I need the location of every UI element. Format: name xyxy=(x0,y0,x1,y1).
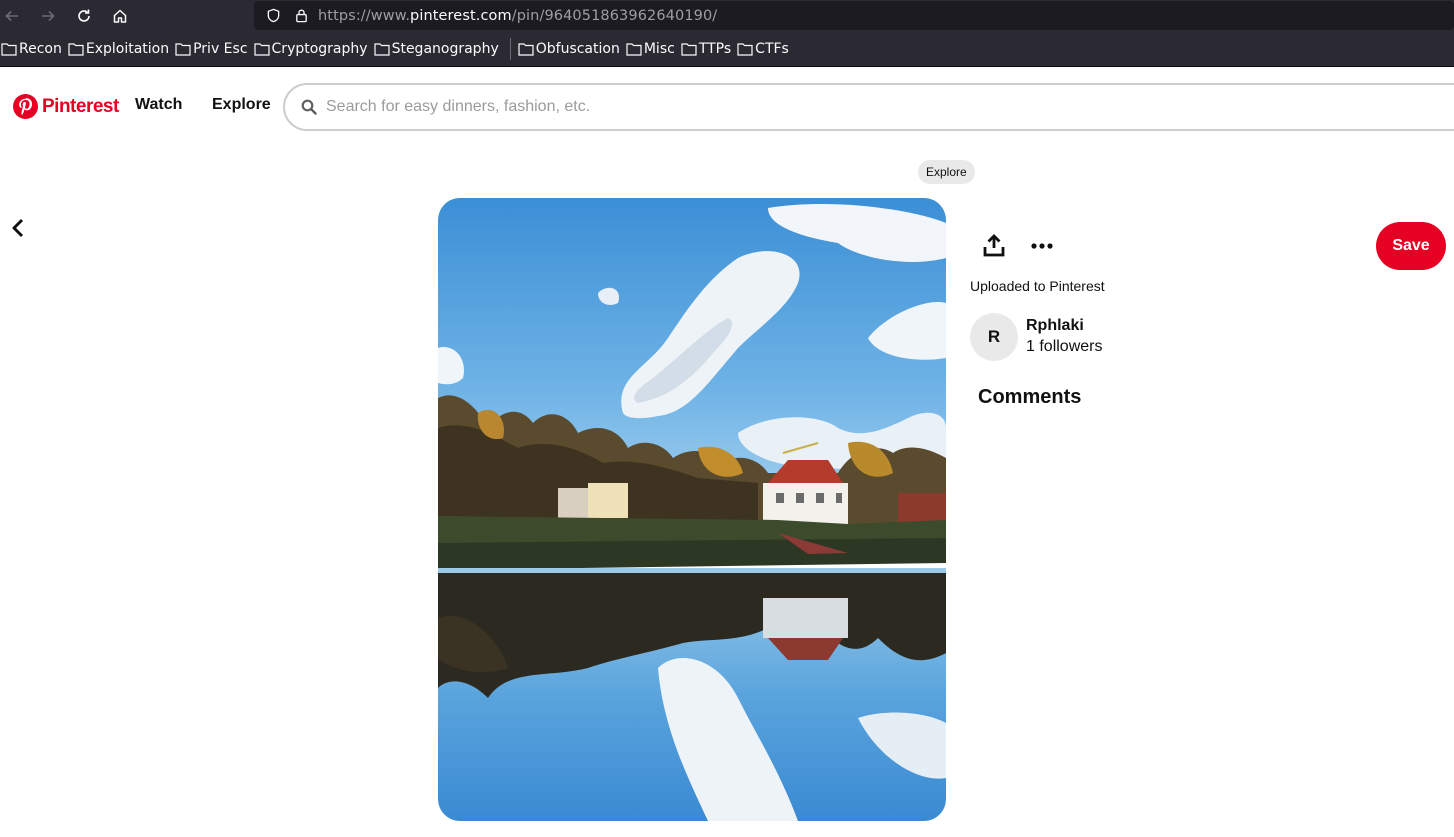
folder-icon xyxy=(518,43,534,56)
chevron-left-icon xyxy=(12,218,24,238)
browser-reload-button[interactable] xyxy=(66,0,102,32)
bookmark-ttps[interactable]: TTPs xyxy=(680,36,736,62)
url-path: /pin/964051863962640190/ xyxy=(511,7,718,24)
url-host: pinterest.com xyxy=(410,7,512,24)
bookmark-label: Misc xyxy=(643,41,675,57)
bookmark-label: Obfuscation xyxy=(535,41,620,57)
folder-icon xyxy=(1,43,17,56)
browser-home-button[interactable] xyxy=(102,0,138,32)
bookmark-label: Cryptography xyxy=(271,41,368,57)
url-text[interactable]: https://www.pinterest.com/pin/9640518639… xyxy=(318,8,717,24)
pinterest-logo-icon xyxy=(13,94,38,119)
bookmark-label: CTFs xyxy=(755,41,789,57)
bookmark-priv-esc[interactable]: Priv Esc xyxy=(174,36,252,62)
bookmark-steganography[interactable]: Steganography xyxy=(373,36,504,62)
avatar[interactable]: R xyxy=(970,313,1018,361)
browser-forward-button[interactable] xyxy=(30,0,66,32)
nav-watch[interactable]: Watch xyxy=(135,96,182,114)
url-bar[interactable]: https://www.pinterest.com/pin/9640518639… xyxy=(254,1,1454,30)
uploaded-text: Uploaded to Pinterest xyxy=(970,278,1105,294)
bookmark-separator xyxy=(509,38,511,60)
nav-explore[interactable]: Explore xyxy=(212,96,271,114)
lock-icon[interactable] xyxy=(290,5,312,27)
comments-heading: Comments xyxy=(978,386,1082,408)
more-options-button[interactable] xyxy=(1026,230,1058,262)
back-arrow-icon xyxy=(5,10,18,22)
bookmark-label: Priv Esc xyxy=(193,41,248,57)
home-icon xyxy=(113,9,127,23)
folder-icon xyxy=(175,43,191,56)
more-dots-icon xyxy=(1031,243,1053,249)
browser-toolbar: https://www.pinterest.com/pin/9640518639… xyxy=(0,0,1454,32)
search-bar[interactable] xyxy=(283,83,1454,131)
pin-photo xyxy=(438,198,946,821)
pin-image[interactable] xyxy=(438,198,946,821)
follower-count: 1 followers xyxy=(1026,338,1103,355)
bookmark-obfuscation[interactable]: Obfuscation xyxy=(517,36,625,62)
folder-icon xyxy=(68,43,84,56)
shield-icon[interactable] xyxy=(262,5,284,27)
share-button[interactable] xyxy=(978,230,1010,262)
bookmark-misc[interactable]: Misc xyxy=(625,36,680,62)
folder-icon xyxy=(253,43,270,56)
back-button[interactable] xyxy=(4,214,32,242)
bookmark-cryptography[interactable]: Cryptography xyxy=(253,36,373,62)
forward-arrow-icon xyxy=(42,10,55,22)
bookmark-ctfs[interactable]: CTFs xyxy=(736,36,794,62)
url-prefix: https://www. xyxy=(318,7,411,24)
bookmark-recon[interactable]: Recon xyxy=(0,36,67,62)
save-button[interactable]: Save xyxy=(1376,222,1446,270)
bookmark-exploitation[interactable]: Exploitation xyxy=(67,36,174,62)
search-icon xyxy=(301,99,317,115)
bookmarks-bar: Recon Exploitation Priv Esc Cryptography… xyxy=(0,32,1454,67)
logo-text: Pinterest xyxy=(42,95,119,117)
bookmark-label: Exploitation xyxy=(85,41,170,57)
bookmark-label: TTPs xyxy=(698,41,732,57)
bookmark-label: Steganography xyxy=(391,41,499,57)
reload-icon xyxy=(78,9,90,22)
share-icon xyxy=(983,234,1005,257)
search-input[interactable] xyxy=(326,98,1126,116)
bookmark-label: Recon xyxy=(19,41,62,57)
folder-icon xyxy=(373,43,390,56)
pinterest-logo[interactable]: Pinterest xyxy=(13,94,119,119)
pinterest-header: Pinterest Watch Explore xyxy=(0,68,1454,146)
folder-icon xyxy=(737,43,753,56)
browser-back-button[interactable] xyxy=(0,0,30,32)
folder-icon xyxy=(626,43,642,56)
user-name[interactable]: Rphlaki xyxy=(1026,317,1084,335)
folder-icon xyxy=(681,43,697,56)
explore-tag[interactable]: Explore xyxy=(918,160,975,184)
